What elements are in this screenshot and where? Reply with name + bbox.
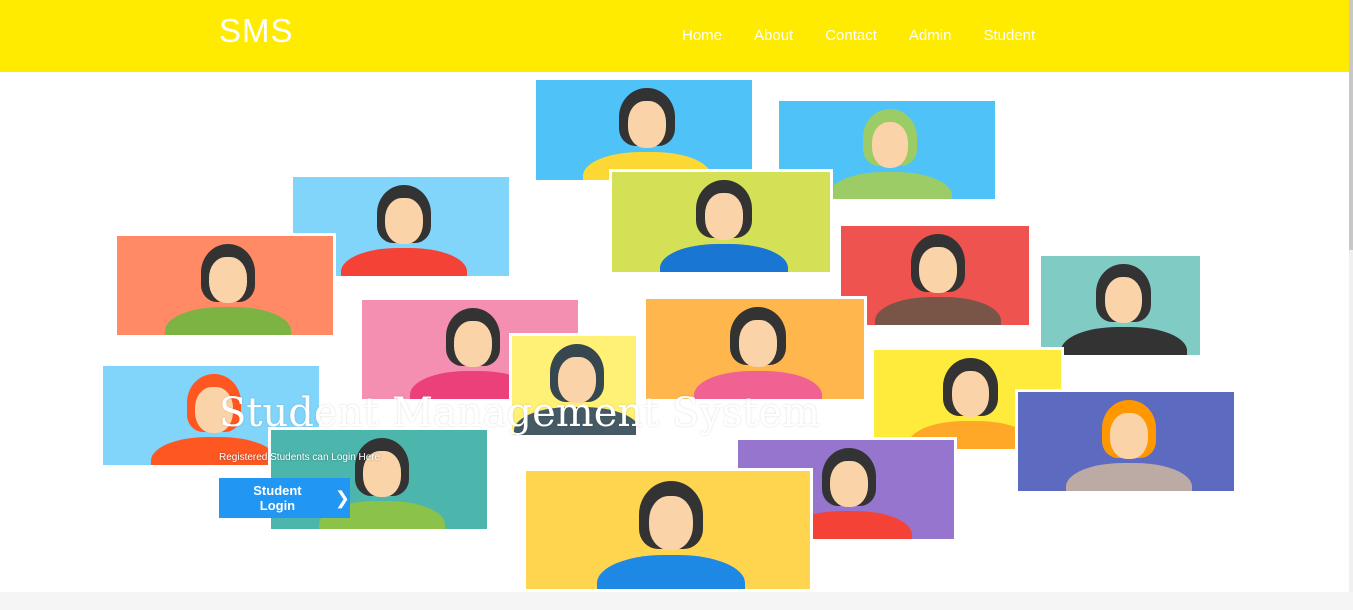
chevron-right-icon: ❯ <box>334 487 350 508</box>
hero-title: Student Management System <box>219 390 821 436</box>
student-avatar-tile <box>533 77 755 183</box>
student-avatar-tile <box>1015 389 1237 494</box>
student-avatar-tile <box>114 233 336 338</box>
nav-home[interactable]: Home <box>682 27 722 44</box>
hero-section <box>0 72 1349 592</box>
student-avatar-tile <box>838 223 1032 328</box>
nav-admin[interactable]: Admin <box>909 27 952 44</box>
nav-student[interactable]: Student <box>983 27 1035 44</box>
student-avatar-tile <box>1038 253 1203 358</box>
nav-contact[interactable]: Contact <box>825 27 877 44</box>
nav-about[interactable]: About <box>754 27 793 44</box>
scrollbar-thumb[interactable] <box>1349 0 1353 250</box>
scrollbar[interactable] <box>1349 0 1353 592</box>
navbar: SMS Home About Contact Admin Student <box>0 0 1349 72</box>
student-login-label: Student Login <box>253 483 302 513</box>
student-avatar-tile <box>609 169 833 275</box>
student-login-button[interactable]: Student Login ❯ <box>219 478 350 518</box>
student-avatar-tile <box>523 468 813 592</box>
nav-menu: Home About Contact Admin Student <box>682 27 1035 44</box>
hero-subtitle: Registered Students can Login Here <box>219 452 381 463</box>
brand-logo[interactable]: SMS <box>219 12 294 50</box>
student-avatar-tile <box>643 296 867 402</box>
